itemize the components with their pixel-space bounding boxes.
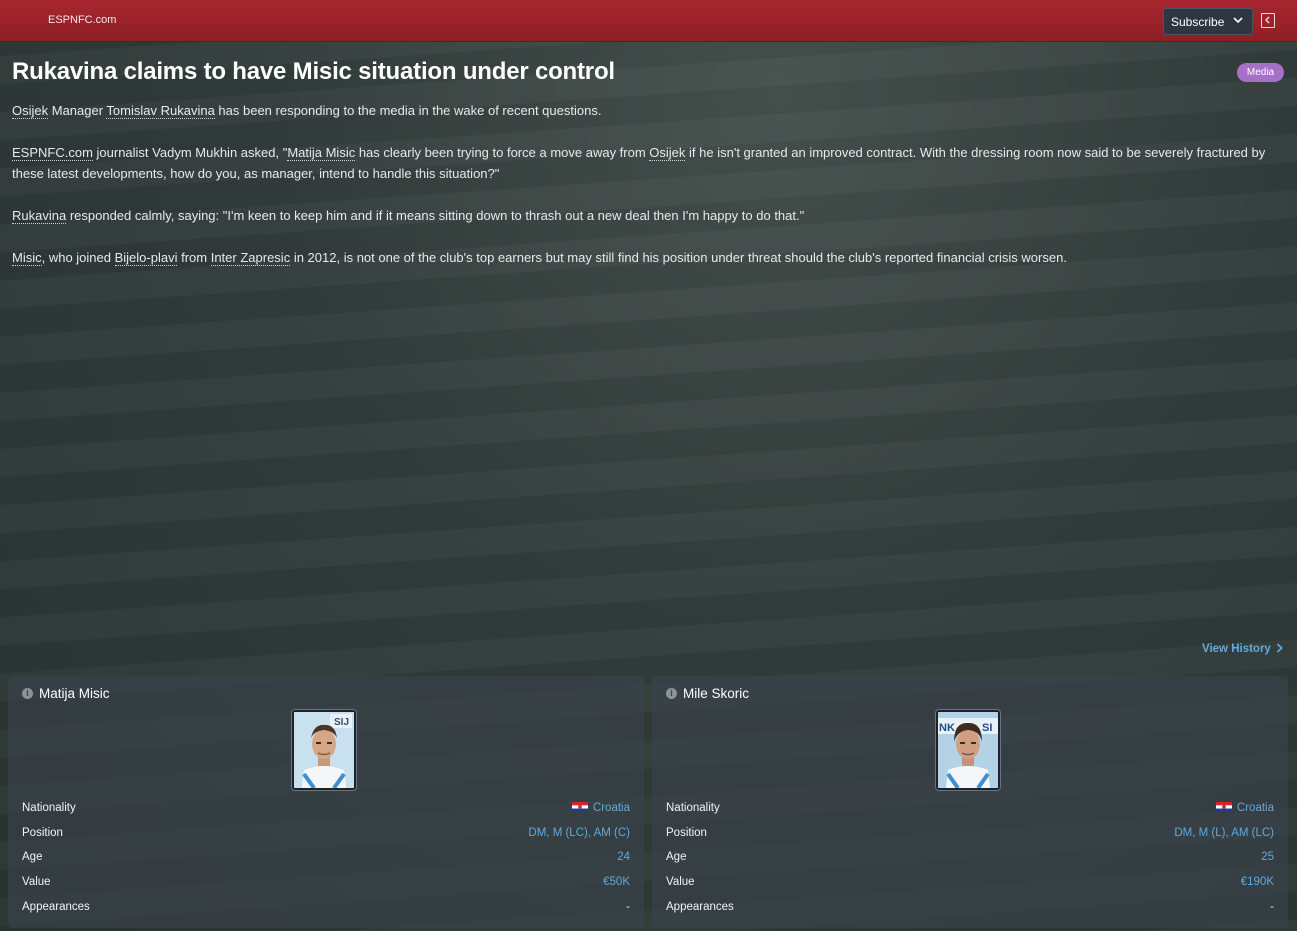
source-link[interactable]: ESPNFC.com [12,145,93,161]
news-source: ESPNFC.com [48,14,117,26]
age-value: 24 [617,851,630,863]
nationality-label: Nationality [666,802,720,814]
value-value[interactable]: €190K [1241,876,1274,888]
player-link[interactable]: Matija Misic [287,145,356,161]
value-value[interactable]: €50K [603,876,630,888]
subscribe-button[interactable]: Subscribe [1163,8,1253,35]
view-history-link[interactable]: View History [1202,643,1283,655]
nationality-value[interactable]: Croatia [1215,802,1274,814]
appearances-value: - [626,901,630,913]
nationality-value[interactable]: Croatia [571,802,630,814]
player-card: i Mile Skoric NK SI Nationality Croatia … [652,676,1288,928]
article-paragraph-4: Misic, who joined Bijelo-plavi from Inte… [12,250,1067,266]
article-paragraph-1: Osijek Manager Tomislav Rukavina has bee… [12,103,602,119]
position-label: Position [666,827,707,839]
player-photo[interactable]: SIJ [292,710,356,790]
top-bar: ESPNFC.com Subscribe [0,0,1297,42]
club-link[interactable]: Osijek [12,103,49,119]
subscribe-label: Subscribe [1171,15,1225,29]
nationality-label: Nationality [22,802,76,814]
article-paragraph-2: ESPNFC.com journalist Vadym Mukhin asked… [12,145,1266,181]
croatia-flag-icon [1215,802,1232,812]
svg-text:SIJ: SIJ [334,717,349,728]
player-photo[interactable]: NK SI [936,710,1000,790]
position-value[interactable]: DM, M (L), AM (LC) [1174,827,1274,839]
chevron-down-icon [1233,17,1243,24]
player-card: i Matija Misic SIJ Nationality Croatia P… [8,676,644,928]
info-icon[interactable]: i [22,688,33,699]
value-label: Value [666,876,695,888]
article-paragraph-3: Rukavina responded calmly, saying: "I'm … [12,208,805,224]
club-link[interactable]: Osijek [649,145,686,161]
age-value: 25 [1261,851,1274,863]
svg-text:SI: SI [982,722,992,734]
age-label: Age [666,851,687,863]
position-value[interactable]: DM, M (LC), AM (C) [528,827,630,839]
appearances-label: Appearances [22,901,90,913]
article-headline: Rukavina claims to have Misic situation … [12,58,615,85]
club-link[interactable]: Inter Zapresic [210,250,291,266]
player-name[interactable]: Mile Skoric [683,686,749,701]
club-nickname-link[interactable]: Bijelo-plavi [114,250,178,266]
media-badge: Media [1237,63,1284,82]
appearances-value: - [1270,901,1274,913]
player-link[interactable]: Misic [12,250,42,266]
svg-text:NK: NK [939,722,955,734]
manager-link[interactable]: Tomislav Rukavina [106,103,215,119]
view-history-label: View History [1202,643,1271,655]
value-label: Value [22,876,51,888]
info-icon[interactable]: i [666,688,677,699]
collapse-panel-icon[interactable] [1261,13,1275,28]
croatia-flag-icon [571,802,588,812]
chevron-right-icon [1276,643,1283,653]
player-name[interactable]: Matija Misic [39,686,110,701]
age-label: Age [22,851,43,863]
position-label: Position [22,827,63,839]
manager-link[interactable]: Rukavina [12,208,67,224]
appearances-label: Appearances [666,901,734,913]
